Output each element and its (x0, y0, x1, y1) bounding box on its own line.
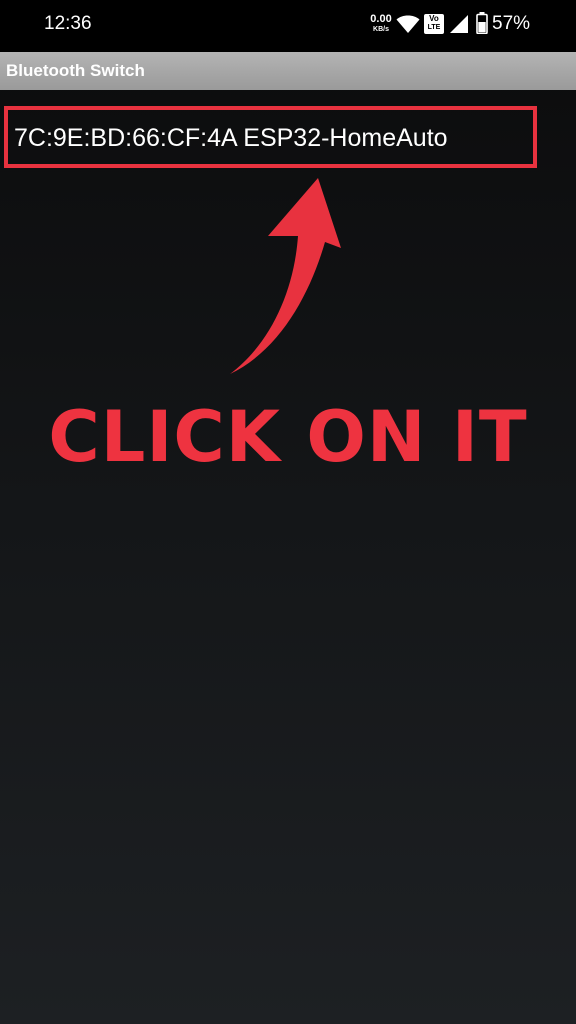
network-speed: 0.00 KB/s (366, 13, 396, 34)
network-speed-unit: KB/s (373, 26, 389, 33)
volte-icon-bottom: LTE (427, 24, 441, 31)
signal-icon (450, 15, 468, 33)
network-speed-value: 0.00 (370, 13, 392, 25)
status-time: 12:36 (44, 13, 92, 34)
battery-icon (476, 12, 488, 34)
volte-icon-top: Vo (429, 14, 439, 23)
device-label: 7C:9E:BD:66:CF:4A ESP32-HomeAuto (14, 124, 448, 152)
click-instruction: CLICK ON IT (48, 396, 528, 478)
curved-arrow-up-icon (230, 178, 341, 374)
status-bar: 12:36 0.00 KB/s Vo LTE 57% (0, 0, 576, 52)
volte-icon: Vo LTE (424, 14, 444, 34)
device-list-item[interactable]: 7C:9E:BD:66:CF:4A ESP32-HomeAuto (4, 106, 537, 168)
app-title-bar: Bluetooth Switch (0, 52, 576, 90)
app-title: Bluetooth Switch (6, 61, 145, 80)
wifi-icon (396, 15, 420, 33)
battery-percent: 57% (492, 13, 531, 34)
